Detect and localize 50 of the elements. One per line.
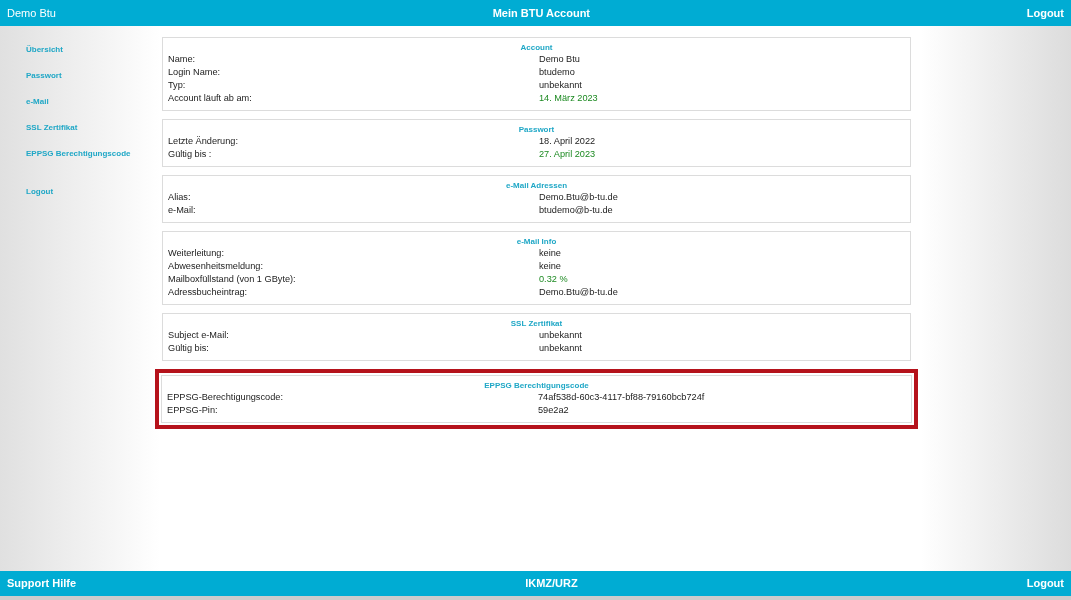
- field-label: Typ:: [168, 79, 187, 92]
- field-value: 59e2a2: [538, 404, 569, 417]
- support-link[interactable]: Support Hilfe: [7, 575, 77, 592]
- field-value: Demo Btu: [539, 53, 580, 66]
- field-label: Subject e-Mail:: [168, 329, 230, 342]
- panel-title: e-Mail Info: [515, 236, 558, 247]
- field-label: Letzte Änderung:: [168, 135, 239, 148]
- field-value: keine: [539, 247, 561, 260]
- footer-label: IKMZ/URZ: [525, 576, 578, 592]
- logout-link[interactable]: Logout: [1026, 575, 1064, 592]
- page-title: Mein BTU Account: [492, 5, 590, 21]
- panel-title: Passwort: [517, 124, 556, 135]
- field-value: btudemo: [539, 66, 575, 79]
- sidebar-link[interactable]: e-Mail: [26, 97, 162, 123]
- logout-link[interactable]: Logout: [26, 187, 162, 213]
- field-label: Account läuft ab am:: [168, 92, 253, 105]
- panel-title: SSL Zertifikat: [509, 318, 564, 329]
- field-value: Demo.Btu@b-tu.de: [539, 286, 618, 299]
- field-value: keine: [539, 260, 561, 273]
- field-label: Mailboxfüllstand (von 1 GByte):: [168, 273, 297, 286]
- field-label: Gültig bis:: [168, 342, 210, 355]
- panel-title: e-Mail Adressen: [504, 180, 569, 191]
- field-label: Abwesenheitsmeldung:: [168, 260, 264, 273]
- field-value: unbekannt: [539, 79, 582, 92]
- field-value: 18. April 2022: [539, 135, 596, 148]
- panel-title: EPPSG Berechtigungscode: [483, 380, 590, 391]
- field-value: unbekannt: [539, 342, 582, 355]
- field-value: 27. April 2023: [539, 148, 596, 161]
- field-label: Login Name:: [168, 66, 222, 79]
- panel-title: Account: [519, 42, 554, 53]
- field-value: Demo.Btu@b-tu.de: [539, 191, 618, 204]
- field-value: 0.32 %: [539, 273, 568, 286]
- logout-link[interactable]: Logout: [1026, 4, 1064, 22]
- field-value: btudemo@b-tu.de: [539, 204, 613, 217]
- field-label: EPPSG-Berechtigungscode:: [167, 391, 284, 404]
- field-label: e-Mail:: [168, 204, 197, 217]
- field-label: EPPSG-Pin:: [167, 404, 219, 417]
- field-value: 14. März 2023: [539, 92, 598, 105]
- sidebar-link[interactable]: Übersicht: [26, 45, 162, 71]
- sidebar-link[interactable]: SSL Zertifikat: [26, 123, 162, 149]
- field-label: Alias:: [168, 191, 192, 204]
- sidebar-link[interactable]: EPPSG Berechtigungscode: [26, 149, 162, 175]
- field-label: Weiterleitung:: [168, 247, 225, 260]
- field-label: Adressbucheintrag:: [168, 286, 249, 299]
- user-name: Demo Btu: [7, 5, 56, 21]
- field-label: Gültig bis :: [168, 148, 213, 161]
- field-value: unbekannt: [539, 329, 582, 342]
- sidebar-link[interactable]: Passwort: [26, 71, 162, 97]
- field-label: Name:: [168, 53, 197, 66]
- field-value: 74af538d-60c3-4117-bf88-79160bcb724f: [538, 391, 705, 404]
